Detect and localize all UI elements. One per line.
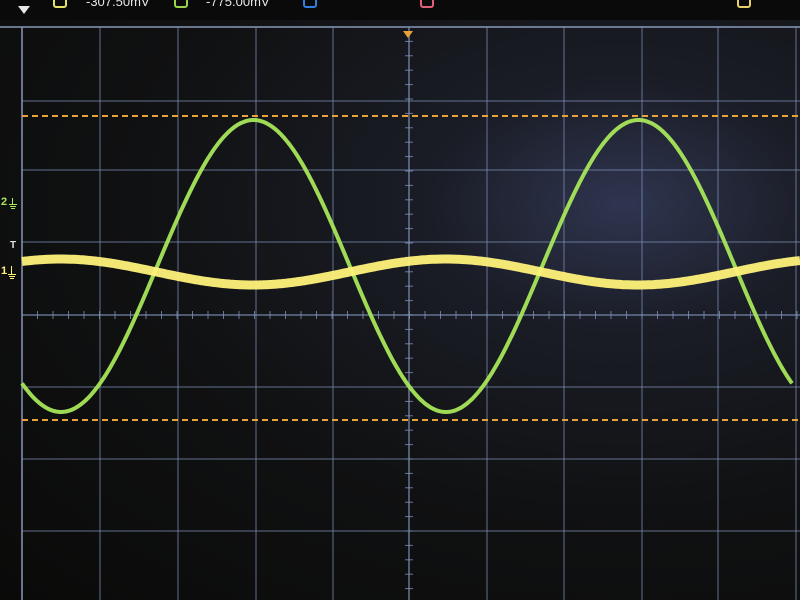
channel-3-swatch[interactable] [303, 0, 317, 8]
channel-5-swatch[interactable] [737, 0, 751, 8]
graticule [0, 26, 800, 600]
trigger-position-marker[interactable] [403, 31, 413, 38]
channel-2-label: 2 [1, 196, 8, 208]
channel-1-marker[interactable]: 1 [0, 264, 20, 286]
ground-icon [9, 198, 17, 209]
channel-1-offset[interactable]: -307.50mV [86, 0, 150, 8]
channel-4-swatch[interactable] [420, 0, 434, 8]
channel-2-swatch[interactable] [174, 0, 188, 8]
channel-2-offset[interactable]: -775.00mV [206, 0, 270, 8]
ground-icon [8, 266, 16, 279]
channel-1-swatch[interactable] [53, 0, 67, 8]
trigger-level-marker[interactable]: T [0, 238, 20, 252]
channel-1-label: 1 [1, 265, 8, 277]
trigger-label: T [10, 240, 17, 251]
oscilloscope-screen: 2 T 1 -307.50mV -775.00mV [0, 0, 800, 600]
triangle-down-icon[interactable] [18, 6, 30, 14]
status-bar: -307.50mV -775.00mV [0, 0, 800, 20]
waveform-display [0, 26, 800, 600]
waveform-traces [19, 118, 800, 414]
channel-2-marker[interactable]: 2 [0, 196, 20, 216]
